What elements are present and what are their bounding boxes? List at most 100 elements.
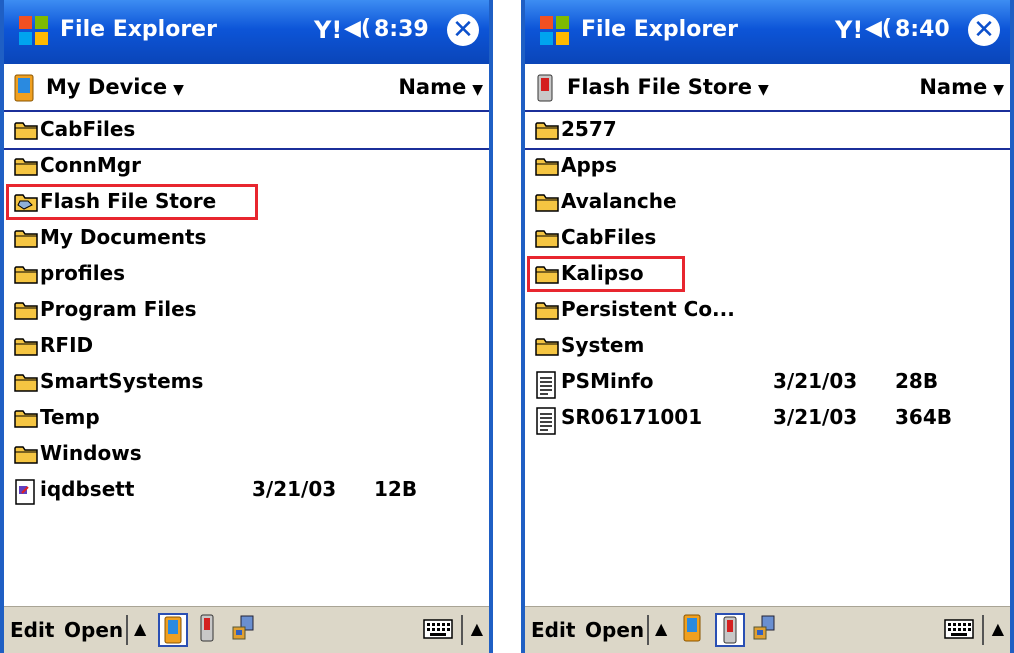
open-menu[interactable]: Open xyxy=(64,618,123,642)
divider xyxy=(647,615,649,645)
menu-bar: Edit Open ▲ ▲ xyxy=(525,606,1010,653)
highlight-annotation xyxy=(6,184,258,220)
flash-store-button[interactable] xyxy=(715,613,745,647)
device-store-button[interactable] xyxy=(679,613,709,647)
up-arrow-icon[interactable]: ▲ xyxy=(471,619,483,638)
pocketpc-screen-left: File Explorer Y! ◀( 8:39 ✕ My Device ▼ Na… xyxy=(0,0,493,653)
edit-menu[interactable]: Edit xyxy=(10,618,54,642)
folder-icon xyxy=(14,335,38,357)
item-name: SR06171001 xyxy=(561,405,703,429)
document-icon xyxy=(535,407,559,435)
pocketpc-screen-right: File Explorer Y! ◀( 8:40 ✕ Flash File St… xyxy=(521,0,1014,653)
title-bar: File Explorer Y! ◀( 8:39 ✕ xyxy=(4,0,489,64)
location-dropdown[interactable]: My Device ▼ xyxy=(46,75,184,99)
keyboard-icon[interactable] xyxy=(423,619,453,639)
storage-card-icon xyxy=(723,616,737,644)
volume-icon[interactable]: ◀( xyxy=(344,16,371,41)
folder-icon xyxy=(535,155,559,177)
network-button[interactable] xyxy=(751,613,781,647)
highlight-annotation xyxy=(527,256,685,292)
file-list: CabFiles ConnMgr Flash File Store My Docume… xyxy=(4,112,489,607)
item-name: Apps xyxy=(561,153,618,177)
folder-row[interactable]: SmartSystems xyxy=(4,364,489,400)
network-icon xyxy=(232,615,254,640)
close-icon[interactable]: ✕ xyxy=(968,14,1000,46)
pda-icon xyxy=(683,614,701,642)
folder-icon xyxy=(535,227,559,249)
item-name: RFID xyxy=(40,333,94,357)
file-row[interactable]: iqdbsett 3/21/03 12B xyxy=(4,472,489,508)
folder-row[interactable]: CabFiles xyxy=(525,220,1010,256)
location-bar: Flash File Store ▼ Name ▼ xyxy=(525,64,1010,112)
folder-icon xyxy=(14,119,38,141)
clock[interactable]: 8:39 xyxy=(374,17,429,42)
folder-icon xyxy=(535,191,559,213)
windows-start-icon[interactable] xyxy=(537,13,573,49)
file-icon xyxy=(14,479,38,505)
folder-row[interactable]: Persistent Co... xyxy=(525,292,1010,328)
folder-icon xyxy=(14,443,38,465)
folder-icon xyxy=(14,407,38,429)
sort-dropdown[interactable]: Name ▼ xyxy=(398,75,483,99)
folder-icon xyxy=(14,299,38,321)
file-row[interactable]: PSMinfo 3/21/03 28B xyxy=(525,364,1010,400)
device-store-button[interactable] xyxy=(158,613,188,647)
windows-start-icon[interactable] xyxy=(16,13,52,49)
pda-icon xyxy=(164,616,182,644)
item-date: 3/21/03 xyxy=(252,477,337,501)
folder-row[interactable]: Program Files xyxy=(4,292,489,328)
folder-row[interactable]: Avalanche xyxy=(525,184,1010,220)
item-name: SmartSystems xyxy=(40,369,204,393)
folder-row[interactable]: CabFiles xyxy=(4,112,489,150)
folder-row[interactable]: Temp xyxy=(4,400,489,436)
volume-icon[interactable]: ◀( xyxy=(865,16,892,41)
folder-icon xyxy=(14,155,38,177)
menu-bar: Edit Open ▲ ▲ xyxy=(4,606,489,653)
keyboard-icon[interactable] xyxy=(944,619,974,639)
item-name: 2577 xyxy=(561,117,617,141)
chevron-down-icon: ▼ xyxy=(993,82,1004,98)
folder-row[interactable]: Windows xyxy=(4,436,489,472)
edit-menu[interactable]: Edit xyxy=(531,618,575,642)
item-date: 3/21/03 xyxy=(773,369,858,393)
signal-icon[interactable]: Y! xyxy=(314,16,342,44)
location-icon xyxy=(14,74,34,102)
location-icon xyxy=(537,74,553,102)
item-name: Program Files xyxy=(40,297,197,321)
item-size: 364B xyxy=(895,405,952,429)
item-date: 3/21/03 xyxy=(773,405,858,429)
clock[interactable]: 8:40 xyxy=(895,17,950,42)
item-name: Avalanche xyxy=(561,189,677,213)
item-size: 28B xyxy=(895,369,939,393)
item-name: System xyxy=(561,333,645,357)
signal-icon[interactable]: Y! xyxy=(835,16,863,44)
folder-icon xyxy=(14,263,38,285)
item-name: CabFiles xyxy=(561,225,657,249)
up-arrow-icon[interactable]: ▲ xyxy=(655,619,667,638)
open-menu[interactable]: Open xyxy=(585,618,644,642)
folder-row[interactable]: RFID xyxy=(4,328,489,364)
folder-row[interactable]: 2577 xyxy=(525,112,1010,150)
up-arrow-icon[interactable]: ▲ xyxy=(134,619,146,638)
item-name: profiles xyxy=(40,261,126,285)
sort-dropdown[interactable]: Name ▼ xyxy=(919,75,1004,99)
item-name: ConnMgr xyxy=(40,153,141,177)
network-icon xyxy=(753,615,775,640)
location-dropdown[interactable]: Flash File Store ▼ xyxy=(567,75,769,99)
chevron-down-icon: ▼ xyxy=(472,82,483,98)
close-icon[interactable]: ✕ xyxy=(447,14,479,46)
folder-row[interactable]: Apps xyxy=(525,148,1010,184)
flash-store-button[interactable] xyxy=(194,613,224,647)
folder-row[interactable]: profiles xyxy=(4,256,489,292)
folder-row[interactable]: ConnMgr xyxy=(4,148,489,184)
item-name: Persistent Co... xyxy=(561,297,735,321)
folder-icon xyxy=(535,119,559,141)
network-button[interactable] xyxy=(230,613,260,647)
folder-row[interactable]: System xyxy=(525,328,1010,364)
file-row[interactable]: SR06171001 3/21/03 364B xyxy=(525,400,1010,436)
folder-row[interactable]: My Documents xyxy=(4,220,489,256)
up-arrow-icon[interactable]: ▲ xyxy=(992,619,1004,638)
storage-card-icon xyxy=(200,614,214,642)
item-name: PSMinfo xyxy=(561,369,654,393)
folder-icon xyxy=(535,335,559,357)
